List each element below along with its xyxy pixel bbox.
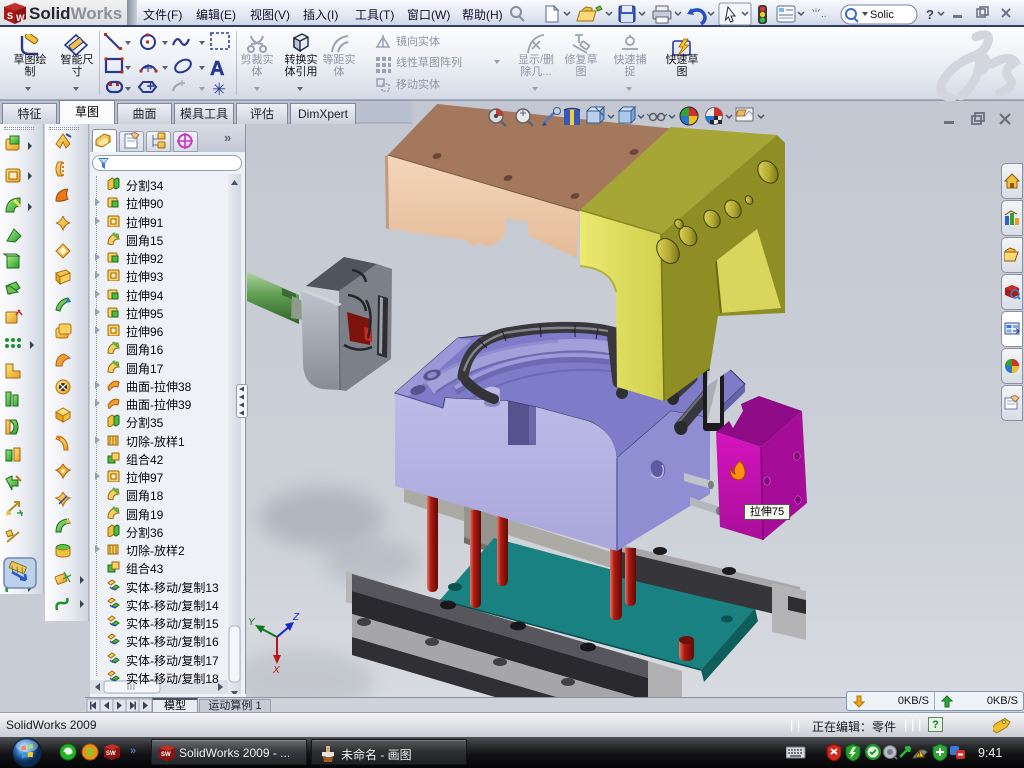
svg-text:✳: ✳: [212, 80, 226, 97]
svg-text:!: !: [918, 752, 920, 758]
svg-text:SW: SW: [106, 751, 116, 757]
svg-text:SW: SW: [161, 752, 171, 758]
svg-text:»: »: [130, 745, 136, 757]
svg-text:X: X: [272, 665, 280, 676]
svg-text:Z: Z: [292, 612, 300, 623]
svg-text:W: W: [16, 13, 25, 23]
svg-text:S: S: [7, 11, 13, 21]
svg-text:A: A: [210, 58, 224, 80]
svg-text:Solic: Solic: [870, 9, 894, 21]
svg-text:⺌..: ⺌..: [811, 8, 827, 20]
svg-text:?: ?: [926, 7, 934, 22]
